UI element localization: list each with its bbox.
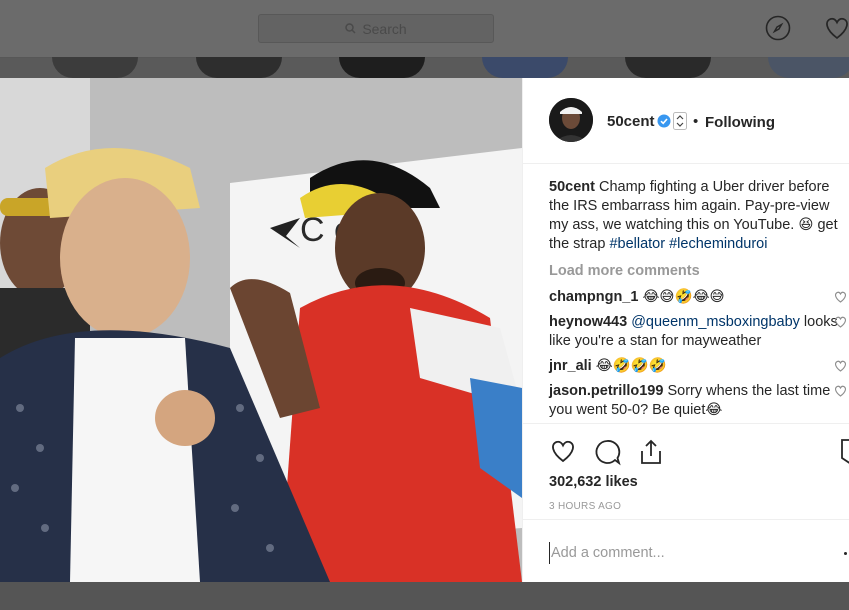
post-header: 50cent • Following: [523, 78, 849, 164]
top-navigation: Search: [0, 0, 849, 58]
load-more-comments-button[interactable]: Load more comments: [549, 262, 849, 281]
post-caption: 50cent Champ fighting a Uber driver befo…: [549, 178, 849, 254]
grid-thumbnail[interactable]: [625, 57, 711, 78]
comment-item: jason.petrillo199 Sorry whens the last t…: [549, 382, 849, 420]
grid-thumbnail[interactable]: [768, 57, 849, 78]
like-comment-heart-icon[interactable]: [834, 316, 847, 328]
comment-mention[interactable]: @queenm_msboxingbaby: [631, 314, 800, 330]
heart-icon[interactable]: [823, 15, 849, 41]
comment-username[interactable]: heynow443: [549, 314, 627, 330]
like-comment-heart-icon[interactable]: [834, 291, 847, 303]
account-switcher-icon[interactable]: [673, 112, 687, 130]
likes-count[interactable]: 302,632 likes: [549, 474, 638, 490]
post-photo[interactable]: C es: [0, 78, 522, 582]
post-author-username[interactable]: 50cent: [607, 113, 655, 130]
grid-thumbnail[interactable]: [339, 57, 425, 78]
share-icon[interactable]: [637, 438, 665, 466]
backdrop-bottom[interactable]: [0, 582, 849, 610]
post-details-panel: 50cent • Following 50cent Champ fighting…: [522, 78, 849, 582]
comment-username[interactable]: jnr_ali: [549, 358, 592, 374]
post-actions: 302,632 likes 3 HOURS AGO: [523, 423, 849, 524]
comment-text: 😂😅🤣😂😅: [642, 289, 725, 305]
comment-bubble-icon[interactable]: [593, 438, 621, 466]
grid-thumbnail[interactable]: [196, 57, 282, 78]
search-placeholder: Search: [362, 20, 407, 37]
save-bookmark-icon[interactable]: [841, 438, 849, 466]
post-modal: C es 50cent • Following 50cent Champ fig…: [0, 78, 849, 582]
hashtag-link[interactable]: #lecheminduroi: [669, 236, 767, 252]
verified-badge-icon: [657, 114, 671, 128]
hashtag-link[interactable]: #bellator: [609, 236, 665, 252]
grid-thumbnail[interactable]: [482, 57, 568, 78]
caption-username[interactable]: 50cent: [549, 179, 595, 195]
search-icon: [345, 23, 356, 34]
search-box[interactable]: Search: [258, 14, 494, 43]
comment-text: 😂🤣🤣🤣: [595, 358, 667, 374]
comment-username[interactable]: champngn_1: [549, 289, 638, 305]
compass-icon[interactable]: [765, 15, 791, 41]
comment-item: heynow443 @queenm_msboxingbaby looks lik…: [549, 313, 849, 351]
comment-input[interactable]: [549, 542, 823, 564]
like-comment-heart-icon[interactable]: [834, 385, 847, 397]
comment-item: jnr_ali 😂🤣🤣🤣: [549, 357, 849, 376]
following-button[interactable]: Following: [705, 114, 775, 131]
comment-username[interactable]: jason.petrillo199: [549, 383, 663, 399]
like-comment-heart-icon[interactable]: [834, 360, 847, 372]
like-heart-icon[interactable]: [549, 438, 577, 464]
comments-list: 50cent Champ fighting a Uber driver befo…: [549, 178, 849, 426]
comment-item: champngn_1 😂😅🤣😂😅: [549, 288, 849, 307]
more-options-icon[interactable]: [844, 552, 847, 555]
follow-separator: •: [693, 113, 699, 130]
post-timestamp[interactable]: 3 HOURS AGO: [549, 501, 621, 512]
add-comment-bar: [523, 519, 849, 583]
grid-thumbnail[interactable]: [52, 57, 138, 78]
avatar[interactable]: [549, 98, 593, 142]
